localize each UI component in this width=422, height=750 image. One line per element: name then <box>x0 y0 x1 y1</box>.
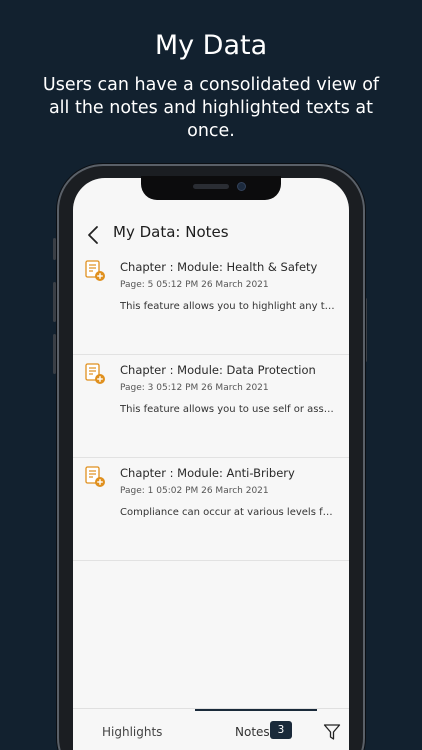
note-item[interactable]: Chapter : Module: Anti-Bribery Page: 1 0… <box>73 458 349 561</box>
note-meta: Page: 3 05:12 PM 26 March 2021 <box>120 383 269 393</box>
note-text: This feature allows you to use self or a… <box>120 404 336 415</box>
promo-title: My Data <box>154 30 268 61</box>
notes-count-badge: 3 <box>270 721 292 739</box>
tab-active-indicator <box>195 709 317 711</box>
tab-notes[interactable]: Notes <box>235 725 270 739</box>
tab-bar: Highlights Notes 3 <box>73 708 349 750</box>
promo-subtitle: Users can have a consolidated view of al… <box>42 75 380 141</box>
note-add-icon <box>85 363 105 384</box>
note-item[interactable]: Chapter : Module: Health & Safety Page: … <box>73 252 349 355</box>
phone-speaker <box>193 184 229 189</box>
note-meta: Page: 1 05:02 PM 26 March 2021 <box>120 486 269 496</box>
phone-camera <box>237 182 246 191</box>
tab-highlights[interactable]: Highlights <box>102 725 162 739</box>
page-title: My Data: Notes <box>113 223 229 241</box>
note-add-icon <box>85 466 105 487</box>
note-text: Compliance can occur at various levels f… <box>120 507 336 518</box>
back-button[interactable] <box>87 225 101 245</box>
note-item[interactable]: Chapter : Module: Data Protection Page: … <box>73 355 349 458</box>
chevron-left-icon <box>88 226 98 244</box>
phone-screen: My Data: Notes Chapter : Module: Health … <box>73 178 349 750</box>
phone-volume-down-button <box>53 334 56 374</box>
phone-volume-up-button <box>53 282 56 322</box>
note-title: Chapter : Module: Anti-Bribery <box>120 466 295 480</box>
filter-icon[interactable] <box>323 723 341 741</box>
note-title: Chapter : Module: Data Protection <box>120 363 316 377</box>
phone-side-button <box>53 238 56 260</box>
note-text: This feature allows you to highlight any… <box>120 301 336 312</box>
note-title: Chapter : Module: Health & Safety <box>120 260 318 274</box>
note-add-icon <box>85 260 105 281</box>
note-meta: Page: 5 05:12 PM 26 March 2021 <box>120 280 269 290</box>
